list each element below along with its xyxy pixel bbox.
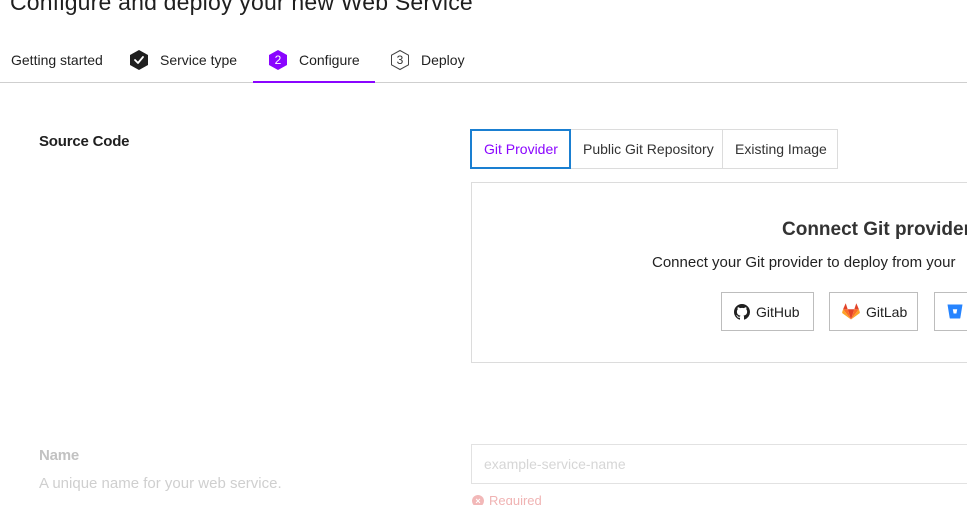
source-tabs: Git Provider Public Git Repository Exist… <box>470 129 838 169</box>
service-name-input[interactable] <box>471 444 967 484</box>
gitlab-button[interactable]: GitLab <box>829 292 918 331</box>
tab-public-git-repository[interactable]: Public Git Repository <box>570 129 723 169</box>
connect-panel-title: Connect Git provider <box>782 219 967 240</box>
connect-git-panel: Connect Git provider Connect your Git pr… <box>471 182 967 363</box>
bitbucket-icon <box>947 304 963 319</box>
github-button-label: GitHub <box>756 303 800 320</box>
step-label: Configure <box>299 52 360 68</box>
name-field-label: Name <box>39 447 80 464</box>
step-label: Deploy <box>421 52 465 68</box>
step-label: Service type <box>160 52 238 68</box>
error-text: Required <box>489 493 542 505</box>
tab-git-provider[interactable]: Git Provider <box>470 129 571 169</box>
name-field-error: × Required <box>472 493 542 505</box>
step-number-icon: 3 <box>389 49 411 71</box>
step-number: 3 <box>396 53 404 67</box>
bitbucket-button[interactable] <box>934 292 967 331</box>
github-icon <box>734 303 750 320</box>
step-deploy[interactable]: 3 Deploy <box>389 38 465 82</box>
gitlab-button-label: GitLab <box>866 303 908 320</box>
gitlab-icon <box>842 303 860 320</box>
step-number: 2 <box>274 53 282 67</box>
tab-existing-image[interactable]: Existing Image <box>722 129 838 169</box>
step-number-icon: 2 <box>267 49 289 71</box>
name-field-help: A unique name for your web service. <box>39 475 282 492</box>
source-code-label: Source Code <box>39 133 130 150</box>
step-service-type[interactable]: Service type <box>128 38 237 82</box>
page: Configure and deploy your new Web Servic… <box>0 0 967 505</box>
step-configure[interactable]: 2 Configure <box>253 38 375 83</box>
error-icon: × <box>472 494 484 505</box>
step-label: Getting started <box>11 52 103 68</box>
github-button[interactable]: GitHub <box>721 292 814 331</box>
stepper-tabs: Getting started Service type 2 Configure <box>0 38 967 83</box>
step-getting-started[interactable]: Getting started <box>11 38 103 82</box>
page-title: Configure and deploy your new Web Servic… <box>10 0 473 15</box>
check-hex-icon <box>128 49 150 71</box>
connect-panel-subtitle: Connect your Git provider to deploy from… <box>652 254 956 271</box>
